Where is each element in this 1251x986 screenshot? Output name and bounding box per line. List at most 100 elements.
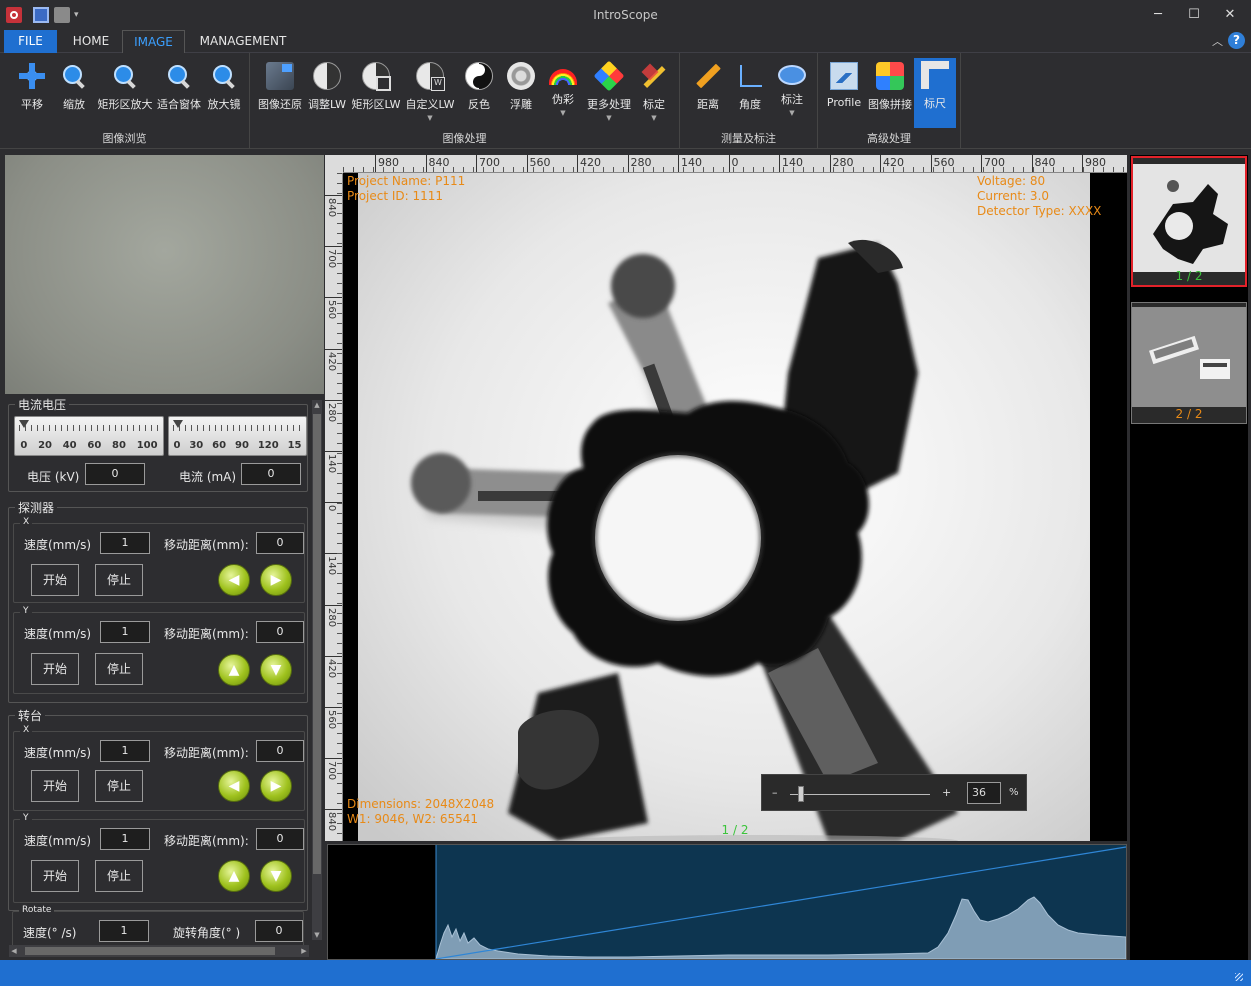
annotate-button[interactable]: 标注 ▼ (772, 59, 812, 127)
stage-x-distance-input[interactable]: 0 (256, 740, 304, 762)
histogram-chart (435, 845, 1127, 960)
thumbnail-item[interactable]: 1 / 2 (1131, 156, 1247, 287)
voltage-label: 电压 (kV) (27, 470, 80, 484)
ruler-tick: 280 (325, 604, 342, 635)
zoom-unit-label: % (1009, 787, 1019, 798)
scrollbar-thumb[interactable] (25, 947, 275, 955)
detector-x-stop-button[interactable]: 停止 (95, 564, 143, 596)
rect-lw-button[interactable]: 矩形区LW (350, 59, 402, 127)
zoom-value-input[interactable]: 36 (967, 782, 1001, 804)
rotate-angle-input[interactable]: 0 (255, 920, 303, 942)
restore-button[interactable]: 图像还原 (256, 59, 304, 127)
stage-x-speed-input[interactable]: 1 (100, 740, 150, 762)
detector-y-up-arrow-icon[interactable] (218, 654, 250, 686)
ruler-tick: 140 (779, 155, 803, 172)
detector-y-distance-input[interactable]: 0 (256, 621, 304, 643)
thumbnail-item[interactable]: 2 / 2 (1131, 302, 1247, 424)
stage-y-up-arrow-icon[interactable] (218, 860, 250, 892)
scroll-left-icon[interactable]: ◀ (9, 945, 19, 957)
calibrate-button[interactable]: 标定 ▼ (636, 59, 672, 127)
fit-window-button[interactable]: 适合窗体 (155, 59, 203, 127)
image-viewer[interactable]: Project Name: P111 Project ID: 1111 Volt… (343, 173, 1127, 841)
detector-y-down-arrow-icon[interactable] (260, 654, 292, 686)
voltage-input[interactable]: 0 (85, 463, 145, 485)
zoom-in-button[interactable]: + (942, 786, 951, 799)
resize-grip-icon[interactable] (1235, 973, 1243, 981)
ruler-tick: 0 (325, 502, 342, 532)
stage-y-distance-input[interactable]: 0 (256, 828, 304, 850)
stage-x-right-arrow-icon[interactable] (260, 770, 292, 802)
zoom-button[interactable]: 缩放 (54, 59, 94, 127)
zoom-slider-track[interactable] (790, 794, 930, 795)
scroll-right-icon[interactable]: ▶ (299, 945, 309, 957)
maximize-button[interactable]: ☐ (1182, 4, 1206, 26)
xray-image[interactable] (358, 173, 1090, 841)
detector-y-speed-input[interactable]: 1 (100, 621, 150, 643)
adjust-lw-button[interactable]: 调整LW (306, 59, 348, 127)
invert-button[interactable]: 反色 (460, 59, 498, 127)
detector-x-speed-input[interactable]: 1 (100, 532, 150, 554)
distance-button[interactable]: 距离 (688, 59, 728, 127)
detector-x-start-button[interactable]: 开始 (31, 564, 79, 596)
overlay-project-id: Project ID: 1111 (347, 189, 444, 203)
ribbon: 平移 缩放 矩形区放大 适合窗体 放大镜 图像浏览 图像还原 调整LW 矩形区L… (0, 53, 1251, 149)
profile-button[interactable]: Profile (824, 59, 864, 127)
collapse-ribbon-icon[interactable]: ︿ (1212, 33, 1223, 49)
title-bar: ▾ IntroScope ─ ☐ ✕ (0, 0, 1251, 30)
detector-y-start-button[interactable]: 开始 (31, 653, 79, 685)
current-input[interactable]: 0 (241, 463, 301, 485)
minimize-button[interactable]: ─ (1146, 4, 1170, 26)
scale-number: 0 (20, 440, 28, 451)
voltage-gauge[interactable]: 0 20 40 60 80 100 (14, 416, 164, 456)
control-panel-horizontal-scrollbar[interactable]: ◀ ▶ (9, 945, 309, 957)
ruler-tick: 560 (325, 297, 342, 327)
help-icon[interactable]: ? (1228, 32, 1245, 49)
stage-x-speed-label: 速度(mm/s) (24, 746, 92, 760)
stage-x-left-arrow-icon[interactable] (218, 770, 250, 802)
thumbnail-label: 2 / 2 (1175, 407, 1203, 421)
scrollbar-thumb[interactable] (313, 414, 321, 874)
rotate-speed-label: 速度(° /s) (23, 926, 77, 940)
more-processing-button[interactable]: 更多处理 ▼ (584, 59, 634, 127)
zoom-slider-thumb[interactable] (798, 786, 804, 802)
scale-ruler-button[interactable]: 标尺 (914, 58, 956, 128)
current-gauge[interactable]: 0 30 60 90 120 15 (168, 416, 307, 456)
close-button[interactable]: ✕ (1218, 4, 1242, 26)
emboss-button[interactable]: 浮雕 (502, 59, 540, 127)
tab-file[interactable]: FILE (4, 30, 57, 53)
detector-x-group: X 速度(mm/s) 1 移动距离(mm): 0 开始 停止 (13, 517, 305, 603)
pan-button[interactable]: 平移 (12, 59, 52, 127)
rect-zoom-button[interactable]: 矩形区放大 (96, 59, 154, 127)
detector-x-left-arrow-icon[interactable] (218, 564, 250, 596)
pseudocolor-button[interactable]: 伪彩 ▼ (544, 59, 582, 127)
detector-y-group: Y 速度(mm/s) 1 移动距离(mm): 0 开始 停止 (13, 606, 305, 694)
angle-button[interactable]: 角度 (730, 59, 770, 127)
scale-ruler-icon (921, 61, 949, 89)
stitch-button[interactable]: 图像拼接 (866, 59, 914, 127)
histogram-panel[interactable] (327, 844, 1127, 960)
stage-x-stop-button[interactable]: 停止 (95, 770, 143, 802)
zoom-out-button[interactable]: – (772, 786, 778, 799)
stage-y-speed-input[interactable]: 1 (100, 828, 150, 850)
tab-home[interactable]: HOME (62, 30, 120, 53)
tab-management[interactable]: MANAGEMENT (192, 30, 294, 53)
detector-y-stop-button[interactable]: 停止 (95, 653, 143, 685)
stage-y-down-arrow-icon[interactable] (260, 860, 292, 892)
stage-y-distance-label: 移动距离(mm): (164, 834, 249, 848)
detector-group-title: 探测器 (15, 499, 58, 516)
custom-lw-button[interactable]: 自定义LW ▼ (404, 59, 456, 127)
scroll-up-icon[interactable]: ▲ (312, 400, 322, 410)
emboss-label: 浮雕 (510, 98, 532, 111)
rotate-speed-input[interactable]: 1 (99, 920, 149, 942)
magnifier-button[interactable]: 放大镜 (204, 59, 244, 127)
control-panel-vertical-scrollbar[interactable]: ▲ ▼ (312, 400, 322, 940)
scroll-down-icon[interactable]: ▼ (312, 930, 322, 940)
tab-image[interactable]: IMAGE (122, 30, 185, 54)
overlay-detector-type: Detector Type: XXXX (977, 204, 1102, 218)
stage-y-start-button[interactable]: 开始 (31, 860, 79, 892)
detector-x-right-arrow-icon[interactable] (260, 564, 292, 596)
pseudocolor-label: 伪彩 (552, 93, 574, 106)
stage-x-start-button[interactable]: 开始 (31, 770, 79, 802)
detector-x-distance-input[interactable]: 0 (256, 532, 304, 554)
stage-y-stop-button[interactable]: 停止 (95, 860, 143, 892)
